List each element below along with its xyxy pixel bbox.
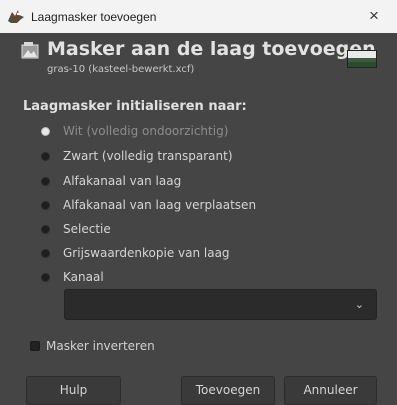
invert-mask-label: Masker inverteren [46, 339, 155, 353]
radio-option-black[interactable]: Zwart (volledig transparant) [41, 147, 233, 165]
gimp-wilber-icon [8, 10, 24, 23]
dialog-heading: Masker aan de laag toevoegen [47, 38, 376, 60]
radio-icon[interactable] [41, 224, 50, 234]
cancel-button[interactable]: Annuleer [284, 376, 377, 405]
layer-mask-icon [21, 42, 39, 59]
radio-option-white[interactable]: Wit (volledig ondoorzichtig) [41, 122, 228, 140]
radio-icon[interactable] [41, 200, 50, 210]
radio-label: Wit (volledig ondoorzichtig) [63, 124, 229, 138]
help-button[interactable]: Hulp [26, 376, 121, 405]
layer-subtitle: gras-10 (kasteel-bewerkt.xcf) [47, 64, 195, 75]
chevron-down-icon[interactable]: ⌄ [355, 298, 364, 311]
radio-label: Grijswaardenkopie van laag [63, 246, 230, 260]
close-icon[interactable]: × [365, 6, 383, 26]
init-section-label: Laagmasker initialiseren naar: [23, 99, 247, 114]
window-titlebar: Laagmasker toevoegen × [0, 0, 397, 33]
radio-label: Kanaal [63, 270, 104, 284]
radio-icon[interactable] [41, 176, 50, 186]
radio-label: Alfakanaal van laag [63, 174, 182, 188]
layer-thumbnail [347, 50, 377, 68]
radio-icon[interactable] [41, 248, 50, 258]
add-button[interactable]: Toevoegen [181, 376, 275, 405]
checkbox-icon[interactable] [30, 341, 40, 351]
radio-option-selection[interactable]: Selectie [41, 220, 111, 238]
channel-dropdown[interactable]: ⌄ [64, 289, 377, 320]
radio-label: Selectie [63, 222, 111, 236]
radio-label: Zwart (volledig transparant) [63, 149, 233, 163]
radio-option-channel[interactable]: Kanaal [41, 268, 104, 286]
invert-mask-checkbox[interactable]: Masker inverteren [30, 337, 155, 355]
radio-icon[interactable] [41, 272, 50, 282]
radio-icon[interactable] [41, 151, 50, 161]
radio-label: Alfakanaal van laag verplaatsen [63, 198, 257, 212]
radio-selected-icon[interactable] [41, 126, 50, 136]
radio-option-grayscale[interactable]: Grijswaardenkopie van laag [41, 244, 230, 262]
radio-option-alpha[interactable]: Alfakanaal van laag [41, 172, 181, 190]
radio-option-alpha-transfer[interactable]: Alfakanaal van laag verplaatsen [41, 196, 256, 214]
window-title: Laagmasker toevoegen [31, 10, 157, 24]
